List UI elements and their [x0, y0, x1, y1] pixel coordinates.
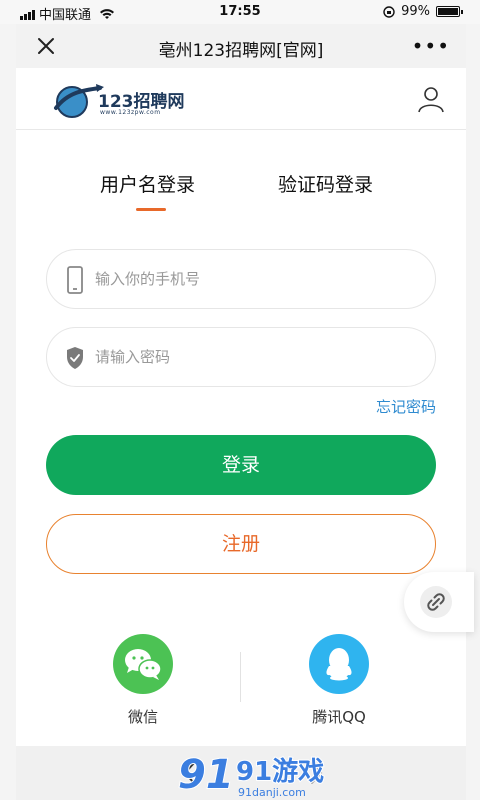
active-tab-indicator	[136, 208, 166, 211]
left-edge	[0, 0, 16, 800]
password-input[interactable]	[95, 328, 415, 386]
social-divider	[240, 652, 241, 702]
tab-code-login[interactable]: 验证码登录	[278, 170, 373, 197]
nav-bar: 亳州123招聘网[官网] •••	[16, 24, 466, 68]
right-edge	[466, 0, 480, 800]
user-icon[interactable]	[416, 84, 446, 114]
battery-fill	[438, 8, 458, 15]
phone-field[interactable]	[46, 249, 436, 309]
login-button[interactable]: 登录	[46, 435, 436, 495]
qq-label: 腾讯QQ	[312, 708, 366, 726]
qq-login[interactable]: 腾讯QQ	[289, 630, 389, 727]
svg-text:91danji.com: 91danji.com	[238, 786, 306, 799]
password-field[interactable]	[46, 327, 436, 387]
svg-text:91游戏: 91游戏	[236, 757, 324, 787]
link-icon	[427, 593, 445, 611]
status-right: 99%	[383, 4, 463, 19]
svg-text:91: 91	[178, 752, 234, 798]
register-button[interactable]: 注册	[46, 514, 436, 574]
shield-icon	[67, 347, 83, 369]
battery-percent: 99%	[401, 4, 430, 19]
rotation-lock-icon	[383, 5, 395, 18]
phone-input[interactable]	[95, 250, 415, 308]
site-header: 123招聘网 www.123zpw.com	[16, 68, 466, 130]
page-title: 亳州123招聘网[官网]	[158, 41, 324, 61]
logo-url: www.123zpw.com	[100, 109, 161, 116]
wechat-icon	[113, 634, 173, 694]
phone-screen: 中国联通 17:55 99% 亳州123招聘网[官网] ••• 123招聘网 w…	[0, 0, 480, 800]
qq-icon	[309, 634, 369, 694]
wechat-login[interactable]: 微信	[93, 630, 193, 727]
login-tabs: 用户名登录 验证码登录	[16, 130, 466, 230]
wechat-label: 微信	[127, 708, 158, 726]
social-login: 微信 腾讯QQ	[16, 630, 466, 740]
status-bar: 中国联通 17:55 99%	[0, 0, 480, 24]
watermark-logo: 91 91游戏 91danji.com	[177, 751, 325, 799]
share-icon-bg	[420, 586, 452, 618]
more-icon[interactable]: •••	[412, 34, 450, 58]
phone-icon	[67, 266, 83, 294]
forgot-password-link[interactable]: 忘记密码	[320, 396, 436, 417]
share-float-button[interactable]	[404, 572, 474, 632]
battery-icon	[436, 6, 463, 17]
tab-username-login[interactable]: 用户名登录	[100, 170, 195, 197]
